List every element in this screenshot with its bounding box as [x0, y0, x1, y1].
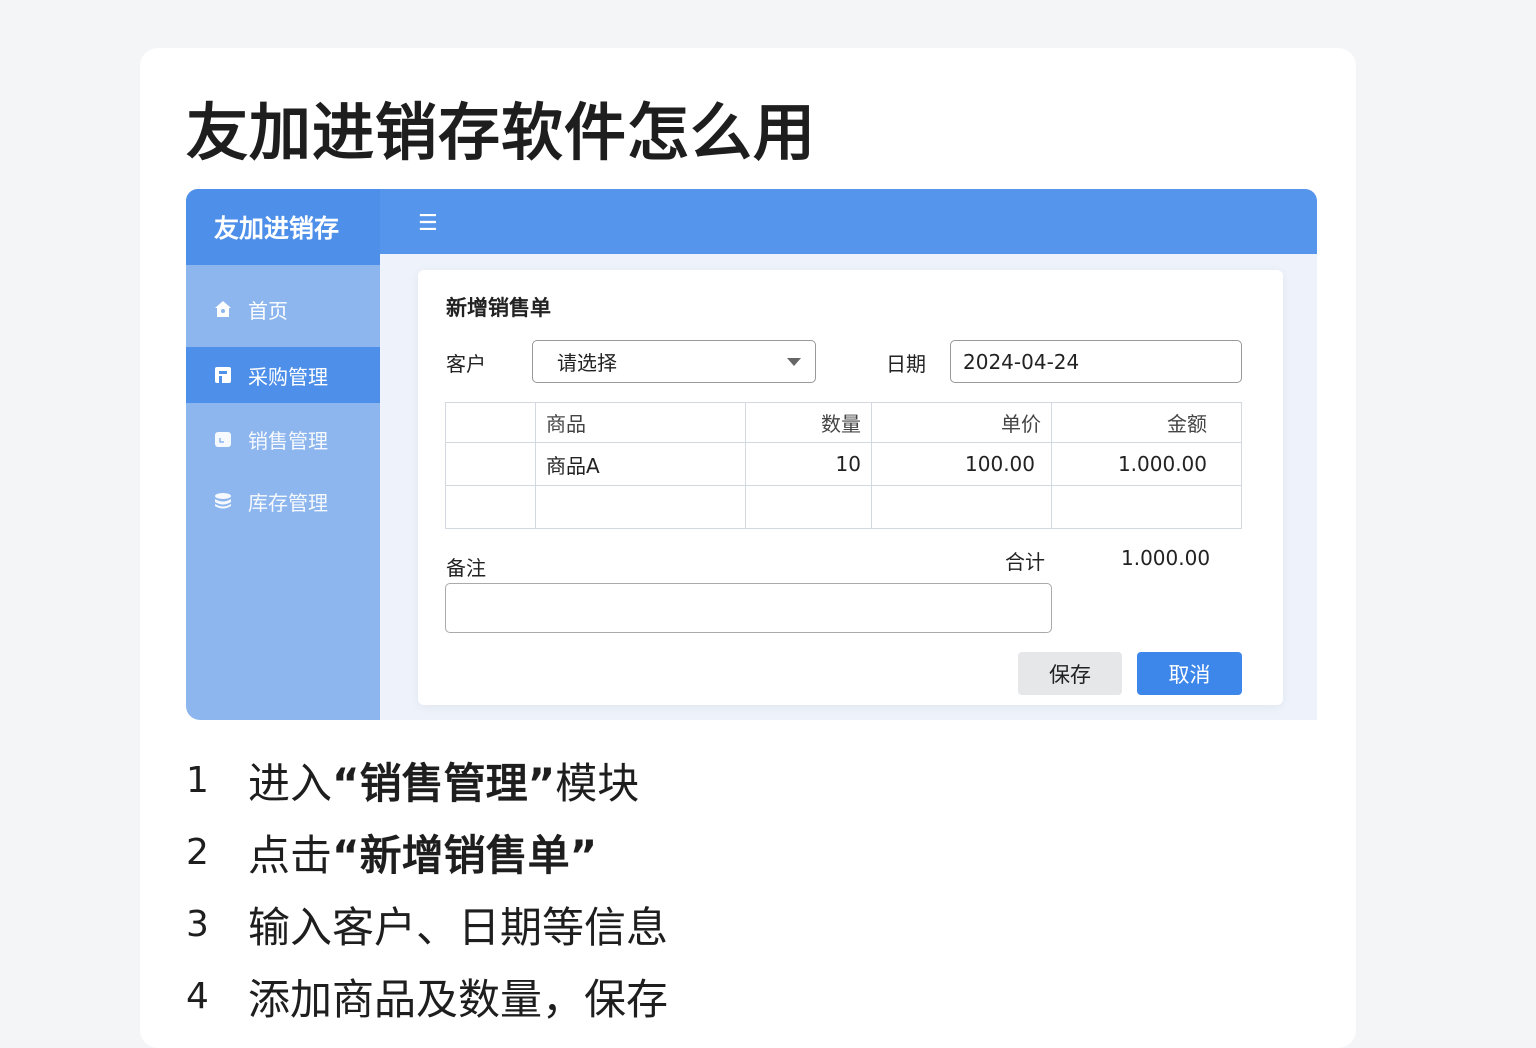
total-value: 1.000.00 [1121, 546, 1211, 570]
document-icon [212, 364, 234, 386]
top-bar: ☰ [380, 189, 1317, 254]
sidebar-item-purchase[interactable]: 采购管理 [186, 347, 380, 403]
database-icon [212, 490, 234, 512]
steps-list: 1 进入 “销售管理” 模块 2 点击 “新增销售单” 3 输入客户、日期等信息 4 添加商… [186, 744, 668, 1032]
sidebar-item-label: 采购管理 [248, 364, 328, 389]
step-item: 3 输入客户、日期等信息 [186, 888, 668, 960]
table-cell[interactable] [535, 485, 746, 529]
step-number: 4 [186, 975, 209, 1017]
chevron-down-icon [787, 358, 801, 366]
items-table: 商品 数量 单价 金额 商品A 10 100.00 1.000.00 [445, 402, 1242, 529]
table-cell[interactable]: 100.00 [871, 442, 1052, 486]
step-text: 输入客户、日期等信息 [248, 902, 669, 952]
table-row[interactable]: 商品A 10 100.00 1.000.00 [445, 442, 1242, 486]
remark-input[interactable] [445, 583, 1052, 633]
step-number: 3 [186, 903, 209, 945]
column-header: 金额 [1051, 402, 1242, 443]
sidebar-item-home[interactable]: 首页 [186, 281, 380, 337]
form-title: 新增销售单 [446, 296, 551, 320]
app-screenshot: 友加进销存 首页 采购管理 销售管理 库存管理 ☰ 新增销售单 客户 请选择 日… [186, 189, 1317, 720]
customer-select[interactable]: 请选择 [532, 340, 816, 383]
page-title: 友加进销存软件怎么用 [186, 96, 817, 169]
date-label: 日期 [886, 352, 926, 376]
table-cell[interactable]: 10 [745, 442, 872, 486]
step-text: 点击 [248, 830, 333, 880]
column-header [445, 402, 536, 443]
step-text: 进入 [248, 758, 333, 808]
customer-select-value: 请选择 [557, 351, 617, 375]
column-header: 单价 [871, 402, 1052, 443]
sidebar-item-inventory[interactable]: 库存管理 [186, 473, 380, 529]
table-cell[interactable] [871, 485, 1052, 529]
table-cell[interactable] [745, 485, 872, 529]
column-header: 数量 [745, 402, 872, 443]
sidebar-item-sales[interactable]: 销售管理 [186, 411, 380, 467]
date-value: 2024-04-24 [963, 349, 1080, 374]
sidebar: 友加进销存 首页 采购管理 销售管理 库存管理 [186, 189, 380, 720]
date-input[interactable]: 2024-04-24 [950, 340, 1242, 383]
total-label: 合计 [1005, 550, 1045, 574]
step-number: 1 [186, 759, 209, 801]
table-cell[interactable] [445, 485, 536, 529]
brand-logo: 友加进销存 [186, 189, 380, 265]
save-button[interactable]: 保存 [1018, 652, 1122, 695]
step-text: 添加商品及数量，保存 [248, 974, 669, 1024]
calendar-icon [212, 428, 234, 450]
step-text-suffix: 模块 [555, 758, 640, 808]
table-header-row: 商品 数量 单价 金额 [445, 402, 1242, 443]
table-cell[interactable] [445, 442, 536, 486]
cancel-button[interactable]: 取消 [1137, 652, 1242, 695]
hamburger-icon[interactable]: ☰ [418, 211, 438, 236]
table-cell[interactable] [1051, 485, 1242, 529]
table-cell[interactable]: 商品A [535, 442, 746, 486]
step-item: 2 点击 “新增销售单” [186, 816, 668, 888]
home-icon [212, 298, 234, 320]
step-item: 4 添加商品及数量，保存 [186, 960, 668, 1032]
table-cell[interactable]: 1.000.00 [1051, 442, 1242, 486]
sidebar-item-label: 库存管理 [248, 490, 328, 515]
step-highlight: “新增销售单” [332, 830, 598, 880]
table-row[interactable] [445, 485, 1242, 529]
step-number: 2 [186, 831, 209, 873]
sales-order-form: 新增销售单 客户 请选择 日期 2024-04-24 商品 数量 单价 金额 商… [418, 270, 1283, 705]
remark-label: 备注 [446, 556, 486, 580]
step-highlight: “销售管理” [332, 758, 556, 808]
step-item: 1 进入 “销售管理” 模块 [186, 744, 668, 816]
customer-label: 客户 [446, 352, 486, 376]
sidebar-item-label: 销售管理 [248, 428, 328, 453]
sidebar-item-label: 首页 [248, 298, 288, 323]
column-header: 商品 [535, 402, 746, 443]
